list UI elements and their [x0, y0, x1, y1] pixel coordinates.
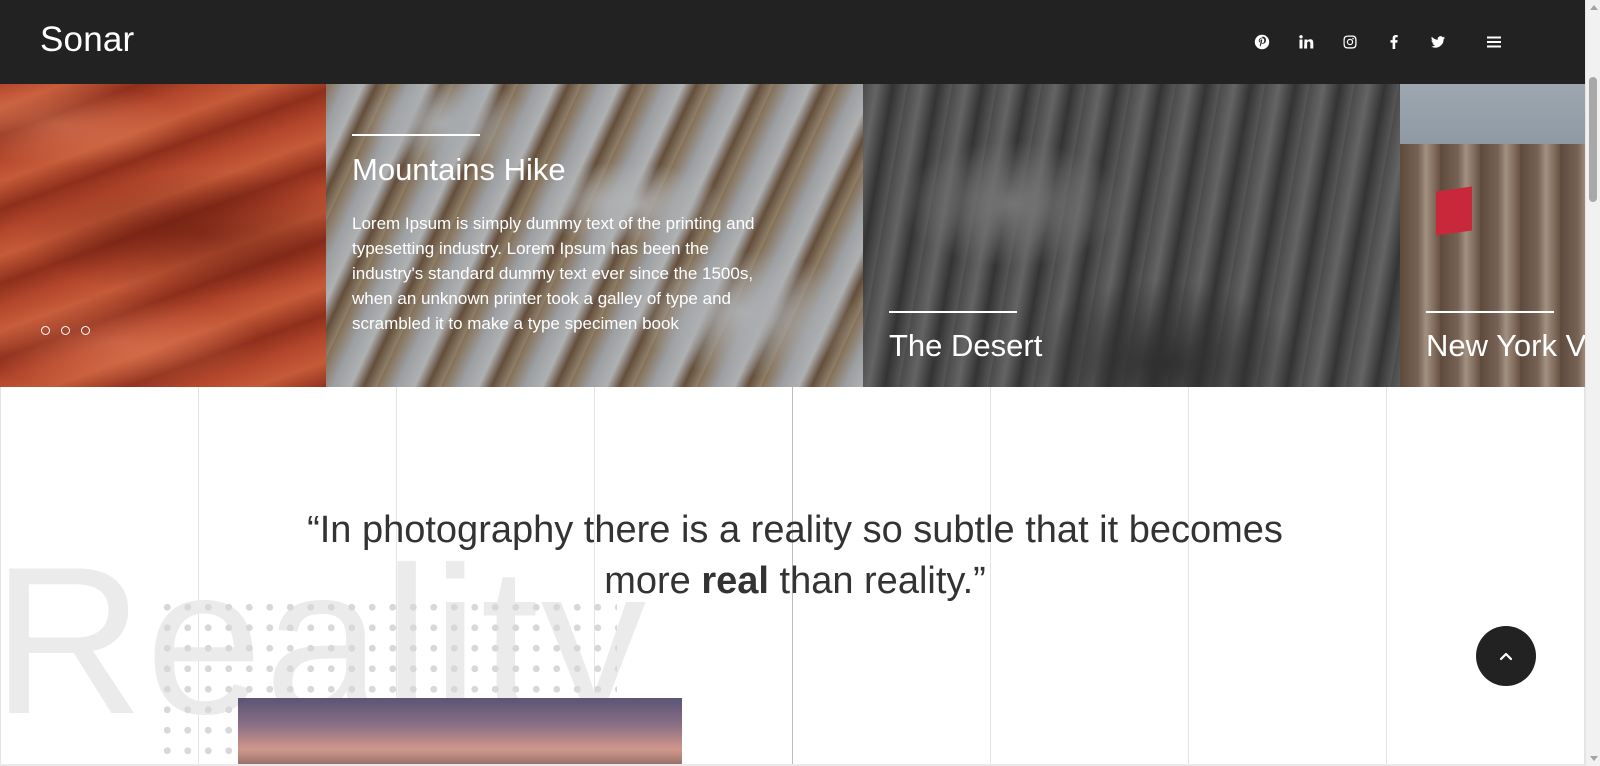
- title-underline-bar: [1426, 311, 1554, 313]
- page-scrollbar[interactable]: [1585, 0, 1600, 766]
- sunset-photo: [238, 698, 682, 766]
- slide-description: Lorem Ipsum is simply dummy text of the …: [352, 214, 755, 333]
- scroll-down-arrow-icon[interactable]: [1590, 756, 1598, 761]
- hamburger-menu-icon[interactable]: [1482, 30, 1506, 54]
- site-logo[interactable]: Sonar: [40, 20, 134, 60]
- slide-mountains-hike[interactable]: Mountains Hike Lorem Ipsum is simply dum…: [326, 84, 863, 387]
- scroll-to-top-button[interactable]: [1476, 626, 1536, 686]
- slider-dot[interactable]: [81, 326, 90, 335]
- scrollbar-thumb[interactable]: [1589, 77, 1597, 202]
- social-links: [1240, 30, 1460, 54]
- gallery-slider: Mountains Hike Lorem Ipsum is simply dum…: [0, 84, 1585, 387]
- billboard-image: [1436, 186, 1472, 236]
- scroll-up-arrow-icon[interactable]: [1590, 5, 1598, 10]
- slide-title: Mountains Hike: [352, 152, 566, 187]
- twitter-icon[interactable]: [1416, 30, 1460, 54]
- site-header: Sonar: [0, 0, 1585, 84]
- facebook-icon[interactable]: [1372, 30, 1416, 54]
- chevron-up-icon: [1499, 652, 1513, 661]
- grid-line: [1386, 387, 1387, 766]
- quote-emphasis: real: [701, 560, 769, 602]
- slide-canyon[interactable]: [0, 84, 326, 387]
- slider-dot[interactable]: [41, 326, 50, 335]
- slide-title: New York V: [1426, 328, 1585, 363]
- pinterest-icon[interactable]: [1240, 30, 1284, 54]
- slide-new-york[interactable]: New York V: [1400, 84, 1585, 387]
- title-underline-bar: [352, 134, 480, 136]
- quote-text-end: than reality.”: [768, 560, 986, 602]
- slide-title: The Desert: [889, 328, 1043, 363]
- slider-pagination: [41, 326, 90, 335]
- instagram-icon[interactable]: [1328, 30, 1372, 54]
- slider-dot[interactable]: [61, 326, 70, 335]
- title-underline-bar: [889, 311, 1017, 313]
- linkedin-icon[interactable]: [1284, 30, 1328, 54]
- slide-the-desert[interactable]: The Desert: [863, 84, 1400, 387]
- photography-quote: “In photography there is a reality so su…: [300, 505, 1290, 607]
